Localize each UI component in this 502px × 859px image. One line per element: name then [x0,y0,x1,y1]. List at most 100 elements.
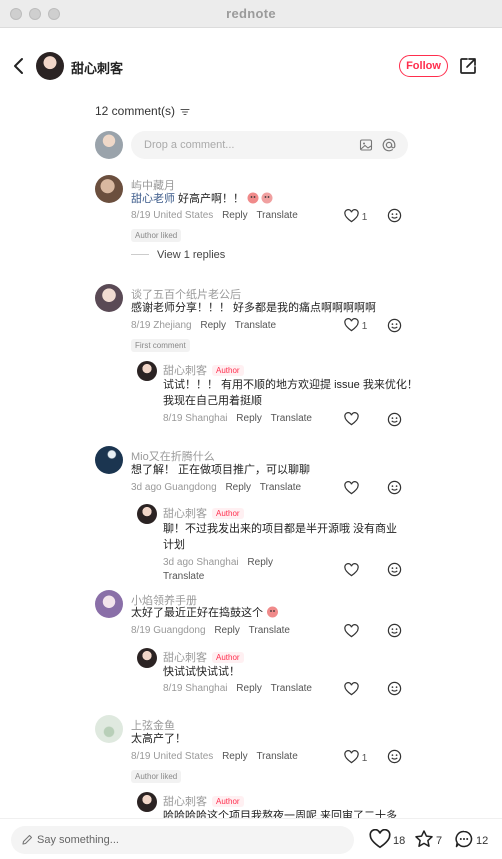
comment-text: 感谢老师分享！！！ 好多都是我的痛点啊啊啊啊啊 [131,302,377,314]
reply-button[interactable]: Reply [225,482,251,493]
author-name[interactable]: 甜心刺客 [71,58,123,77]
heart-icon[interactable] [344,481,359,495]
author-badge: Author [212,652,244,663]
share-icon[interactable] [458,56,478,76]
comment-meta: 8/19 United States Reply Translate [131,210,298,221]
heart-icon[interactable] [344,624,359,638]
author-avatar[interactable] [137,648,157,668]
comment-text: 太高产了！ [131,733,186,745]
reply-text: 试试！！！ 有用不顺的地方欢迎提 issue 我来优化！ 我现在自己用着挺顺 [163,379,418,407]
smiley-icon[interactable] [387,318,402,333]
heart-icon[interactable] [344,563,359,577]
like-button[interactable]: 1 [344,209,367,225]
heart-icon [344,318,359,332]
post-header: 甜心刺客 Follow [0,46,502,86]
author-avatar[interactable] [137,504,157,524]
like-count: 1 [361,753,368,764]
commenter-avatar[interactable] [95,715,123,743]
reply-button[interactable]: Reply [214,625,240,636]
commenter-avatar[interactable] [95,284,123,312]
image-icon[interactable] [359,138,373,152]
translate-button[interactable]: Translate [163,571,204,582]
comment-text: 太好了最近正好在捣鼓这个 [131,605,279,621]
say-something-input[interactable]: Say something... [11,826,354,854]
like-count: 1 [361,321,368,332]
comment-count: 12 [476,835,489,847]
reply-button[interactable]: Reply [247,557,273,568]
reply-button[interactable]: Reply [222,751,248,762]
author-badge: Author [212,365,244,376]
like-post-button[interactable]: 18 [369,828,406,849]
chat-icon [455,830,473,848]
like-button[interactable]: 1 [344,318,367,334]
like-button[interactable]: 1 [344,750,367,766]
heart-icon [369,828,391,849]
reply-text: 聊！不过我发出来的项目都是半开源哦 没有商业 计划 [163,523,398,551]
commenter-avatar[interactable] [95,590,123,618]
author-liked-badge: Author liked [131,770,182,783]
comment-count[interactable]: 12 comment(s) [95,104,190,118]
smiley-icon[interactable] [387,623,402,638]
app-window: rednote 甜心刺客 Follow 12 comment(s) Drop a… [0,0,502,859]
translate-button[interactable]: Translate [256,751,297,762]
translate-button[interactable]: Translate [271,683,312,694]
reply-author[interactable]: 甜心刺客 Author [163,362,244,378]
comment-input[interactable]: Drop a comment... [131,131,408,159]
first-comment-badge: First comment [131,339,190,352]
translate-button[interactable]: Translate [271,413,312,424]
sort-icon[interactable] [180,107,190,117]
smiley-icon[interactable] [387,681,402,696]
comment-meta: 8/19 Zhejiang Reply Translate [131,320,277,331]
reply-author[interactable]: 甜心刺客 Author [163,793,244,809]
emoji-icon [267,606,279,618]
reply-meta: 8/19 Shanghai Reply Translate [163,683,312,694]
reply-author[interactable]: 甜心刺客 Author [163,649,244,665]
mention-link[interactable]: 甜心老师 [131,193,175,205]
reply-meta: 3d ago Shanghai Reply [163,557,273,568]
smiley-icon[interactable] [387,412,402,427]
comment-text: 甜心老师 好高产啊！！ [131,191,275,207]
star-icon [415,830,433,847]
at-icon[interactable] [381,137,397,153]
back-icon[interactable] [10,56,30,76]
translate-button[interactable]: Translate [249,625,290,636]
smiley-icon[interactable] [387,749,402,764]
reply-button[interactable]: Reply [200,320,226,331]
comment-meta: 8/19 United States Reply Translate [131,751,298,762]
smiley-icon[interactable] [387,208,402,223]
comment-meta: 3d ago Guangdong Reply Translate [131,482,302,493]
emoji-icon [247,192,273,204]
author-badge: Author [212,508,244,519]
smiley-icon[interactable] [387,480,402,495]
reply-button[interactable]: Reply [236,683,262,694]
reply-button[interactable]: Reply [222,210,248,221]
comment-text: 想了解！ 正在做项目推广，可以聊聊 [131,464,311,476]
reply-author[interactable]: 甜心刺客 Author [163,505,244,521]
title-bar: rednote [0,0,502,28]
smiley-icon[interactable] [387,562,402,577]
reply-button[interactable]: Reply [236,413,262,424]
commenter-avatar[interactable] [95,446,123,474]
window-title: rednote [226,6,276,21]
heart-icon[interactable] [344,682,359,696]
view-replies-button[interactable]: View 1 replies [131,249,225,261]
like-count: 18 [393,835,406,847]
translate-button[interactable]: Translate [235,320,276,331]
author-avatar[interactable] [137,792,157,812]
author-avatar[interactable] [137,361,157,381]
commenter-avatar[interactable] [95,175,123,203]
bottom-bar: Say something... 18 7 12 [0,818,502,859]
my-avatar [95,131,123,159]
comments-button[interactable]: 12 [454,829,488,849]
comment-input-placeholder: Drop a comment... [144,139,235,151]
comment-meta: 8/19 Guangdong Reply Translate [131,625,290,636]
author-avatar[interactable] [36,52,64,80]
translate-button[interactable]: Translate [256,210,297,221]
heart-icon[interactable] [344,412,359,426]
reply-meta-wrap: Translate [163,571,204,582]
collect-button[interactable]: 7 [414,829,442,849]
like-count: 1 [361,212,368,223]
translate-button[interactable]: Translate [260,482,301,493]
author-badge: Author [212,796,244,807]
follow-button[interactable]: Follow [399,55,448,77]
